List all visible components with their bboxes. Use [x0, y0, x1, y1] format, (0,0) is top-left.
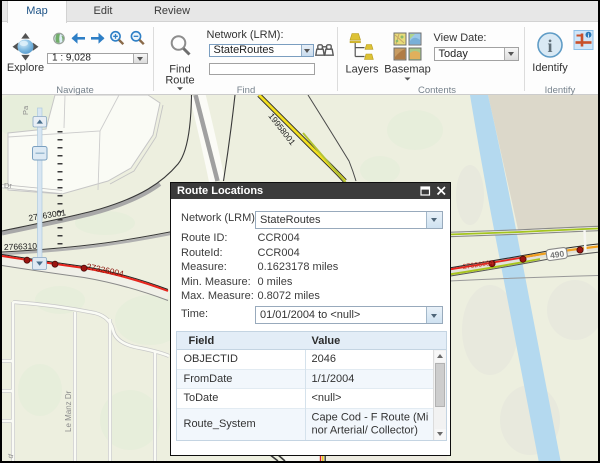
- svg-text:Explore: Explore: [7, 62, 44, 74]
- svg-text:27663101: 27663101: [4, 241, 42, 252]
- svg-text:Identify: Identify: [532, 62, 568, 74]
- svg-text:Pa: Pa: [21, 105, 30, 115]
- svg-text:Basemap: Basemap: [384, 64, 430, 76]
- svg-text:i: i: [547, 36, 552, 56]
- svg-text:Layers: Layers: [345, 64, 379, 76]
- svg-text:Route: Route: [165, 75, 194, 87]
- svg-text:490: 490: [549, 249, 565, 261]
- svg-text:Le Manz Dr: Le Manz Dr: [64, 390, 73, 432]
- svg-text:Dr: Dr: [4, 181, 12, 190]
